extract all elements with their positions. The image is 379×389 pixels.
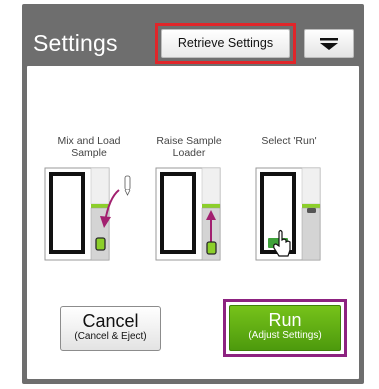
run-button[interactable]: Run (Adjust Settings) <box>229 305 341 351</box>
step-label: Mix and Load Sample <box>57 135 121 159</box>
raise-loader-icon <box>155 167 221 261</box>
instructions-panel: Mix and Load Sample Raise Sample Loader <box>27 66 359 379</box>
mix-load-sample-icon <box>44 167 131 261</box>
cancel-sublabel: (Cancel & Eject) <box>74 331 147 342</box>
run-label: Run <box>268 310 302 330</box>
dropdown-menu-icon <box>320 38 338 50</box>
cancel-button[interactable]: Cancel (Cancel & Eject) <box>60 306 161 351</box>
cancel-label: Cancel <box>82 311 139 331</box>
menu-button[interactable] <box>304 29 354 58</box>
settings-window: Settings Retrieve Settings Mix and Load … <box>22 4 364 384</box>
retrieve-settings-button[interactable]: Retrieve Settings <box>161 29 290 58</box>
step-raise-loader: Raise Sample Loader <box>139 135 239 262</box>
step-select-run: Select 'Run' <box>239 135 339 262</box>
step-label: Raise Sample Loader <box>156 135 222 159</box>
step-mix-load: Mix and Load Sample <box>39 135 139 262</box>
select-run-icon <box>255 167 321 261</box>
step-label: Select 'Run' <box>261 135 317 147</box>
page-title: Settings <box>33 30 118 56</box>
run-sublabel: (Adjust Settings) <box>248 330 322 341</box>
